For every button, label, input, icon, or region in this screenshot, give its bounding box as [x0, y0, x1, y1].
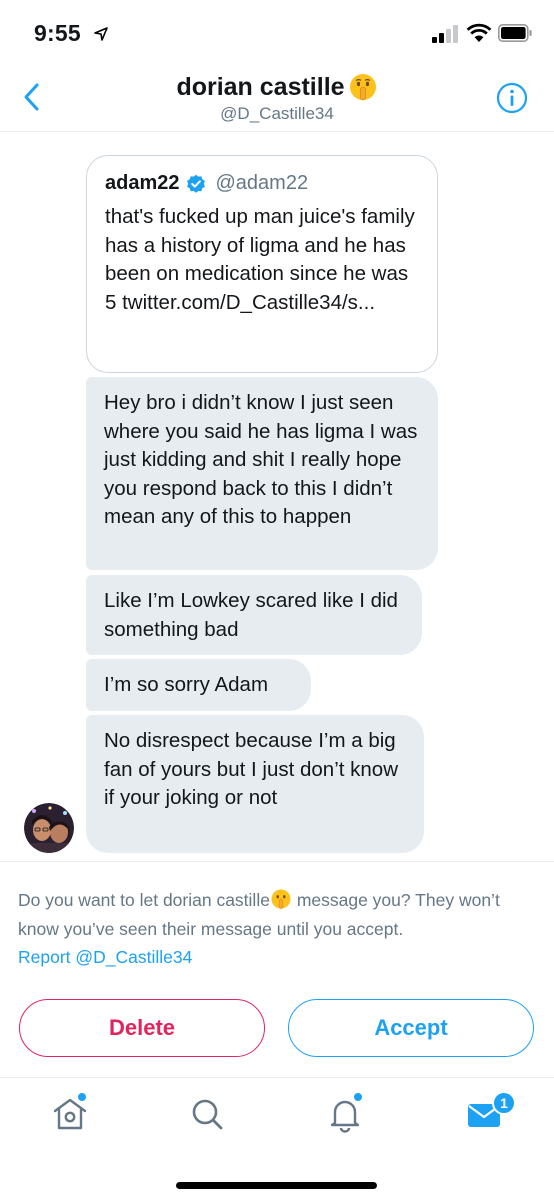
accept-button[interactable]: Accept: [288, 999, 534, 1057]
quoted-tweet-author: adam22 @adam22: [105, 172, 419, 195]
messages-unread-badge: 1: [492, 1091, 516, 1115]
location-arrow-icon: [94, 27, 108, 41]
contact-handle: @D_Castille34: [220, 104, 334, 123]
status-bar: 9:55: [0, 0, 554, 66]
sender-avatar[interactable]: [24, 803, 74, 853]
tab-bar: 1: [0, 1077, 554, 1200]
quoted-tweet-name: adam22: [105, 172, 180, 194]
back-chevron-icon: [24, 83, 39, 111]
notifications-dot: [354, 1093, 362, 1101]
conversation-header: dorian castille @D_Castille34: [0, 66, 554, 132]
request-prompt-prefix: Do you want to let dorian castille: [18, 890, 270, 910]
divider: [0, 861, 554, 862]
verified-badge-icon: [186, 174, 205, 193]
shushing-face-emoji: [349, 74, 376, 101]
signal-icon: [432, 25, 458, 43]
conversation-title: dorian castille @D_Castille34: [100, 72, 454, 124]
delete-button[interactable]: Delete: [19, 999, 265, 1057]
quoted-tweet-handle: @adam22: [215, 172, 309, 194]
info-icon[interactable]: [496, 82, 528, 114]
report-link[interactable]: Report @D_Castille34: [18, 947, 192, 967]
quoted-tweet-card[interactable]: adam22 @adam22 that's fucked up man juic…: [86, 155, 438, 373]
message-bubble: Hey bro i didn’t know I just seen where …: [86, 377, 438, 570]
wifi-icon: [466, 23, 492, 42]
battery-icon: [498, 24, 532, 42]
tab-search[interactable]: [187, 1094, 227, 1134]
back-button[interactable]: [14, 80, 48, 114]
home-notification-dot: [78, 1093, 86, 1101]
home-indicator[interactable]: [176, 1182, 377, 1189]
message-bubble: No disrespect because I’m a big fan of y…: [86, 715, 424, 853]
quoted-tweet-text: that's fucked up man juice's family has …: [105, 205, 415, 314]
contact-name-row: dorian castille: [176, 72, 377, 102]
message-bubble: I’m so sorry Adam: [86, 659, 311, 711]
contact-name: dorian castille: [176, 72, 345, 101]
shushing-face-emoji: [271, 889, 291, 909]
message-request-prompt: Do you want to let dorian castille messa…: [18, 886, 538, 972]
status-time: 9:55: [34, 20, 81, 46]
message-bubble: Like I’m Lowkey scared like I did someth…: [86, 575, 422, 655]
search-icon: [192, 1099, 223, 1130]
